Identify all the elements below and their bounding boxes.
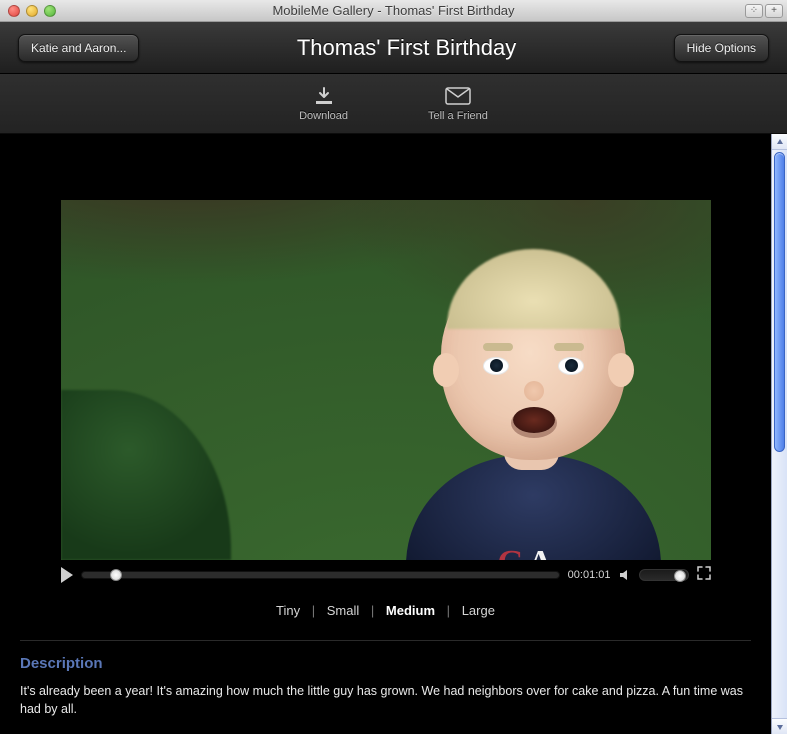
tell-a-friend-button[interactable]: Tell a Friend	[428, 86, 488, 122]
window-title: MobileMe Gallery - Thomas' First Birthda…	[0, 3, 787, 18]
content-area: GA	[0, 134, 787, 734]
video-controls: 00:01:01	[61, 566, 711, 583]
shirt-logo: GA	[498, 544, 557, 560]
zoom-window-button[interactable]	[44, 5, 56, 17]
size-selector: Tiny | Small | Medium | Large	[20, 603, 751, 618]
back-to-gallery-button[interactable]: Katie and Aaron...	[18, 34, 139, 62]
play-button[interactable]	[61, 567, 73, 583]
volume-slider[interactable]	[639, 569, 689, 581]
video-still-child: GA	[386, 260, 676, 560]
size-small[interactable]: Small	[319, 603, 368, 618]
hide-options-button[interactable]: Hide Options	[674, 34, 769, 62]
seek-track[interactable]	[81, 571, 560, 579]
window-add-tab-button[interactable]: +	[765, 4, 783, 18]
window-toolbar-button[interactable]: ⁘	[745, 4, 763, 18]
close-window-button[interactable]	[8, 5, 20, 17]
tell-a-friend-label: Tell a Friend	[428, 110, 488, 122]
options-toolbar: Download Tell a Friend	[0, 74, 787, 134]
hide-options-label: Hide Options	[687, 41, 756, 55]
page-title: Thomas' First Birthday	[297, 35, 516, 61]
fullscreen-button[interactable]	[697, 566, 711, 583]
gallery-header: Katie and Aaron... Thomas' First Birthda…	[0, 22, 787, 74]
scroll-up-arrow[interactable]	[772, 134, 787, 150]
download-label: Download	[299, 110, 348, 122]
section-divider	[20, 640, 751, 641]
speaker-icon	[619, 569, 631, 581]
vertical-scrollbar[interactable]	[771, 134, 787, 734]
scroll-thumb[interactable]	[774, 152, 785, 452]
size-separator: |	[447, 603, 450, 618]
size-tiny[interactable]: Tiny	[268, 603, 308, 618]
minimize-window-button[interactable]	[26, 5, 38, 17]
size-separator: |	[312, 603, 315, 618]
description-body: It's already been a year! It's amazing h…	[20, 682, 751, 718]
scroll-down-arrow[interactable]	[772, 718, 787, 734]
volume-knob[interactable]	[674, 570, 686, 582]
size-medium[interactable]: Medium	[378, 603, 443, 618]
time-display: 00:01:01	[568, 569, 611, 581]
back-button-label: Katie and Aaron...	[31, 41, 126, 55]
envelope-icon	[445, 86, 471, 106]
size-separator: |	[371, 603, 374, 618]
seek-knob[interactable]	[110, 569, 122, 581]
description-heading: Description	[20, 655, 751, 672]
download-button[interactable]: Download	[299, 86, 348, 122]
video-frame[interactable]: GA	[61, 200, 711, 560]
content-scroll: GA	[0, 134, 771, 734]
size-large[interactable]: Large	[454, 603, 503, 618]
download-icon	[311, 86, 337, 106]
window-titlebar: MobileMe Gallery - Thomas' First Birthda…	[0, 0, 787, 22]
video-area: GA	[20, 200, 751, 618]
traffic-lights	[0, 5, 56, 17]
